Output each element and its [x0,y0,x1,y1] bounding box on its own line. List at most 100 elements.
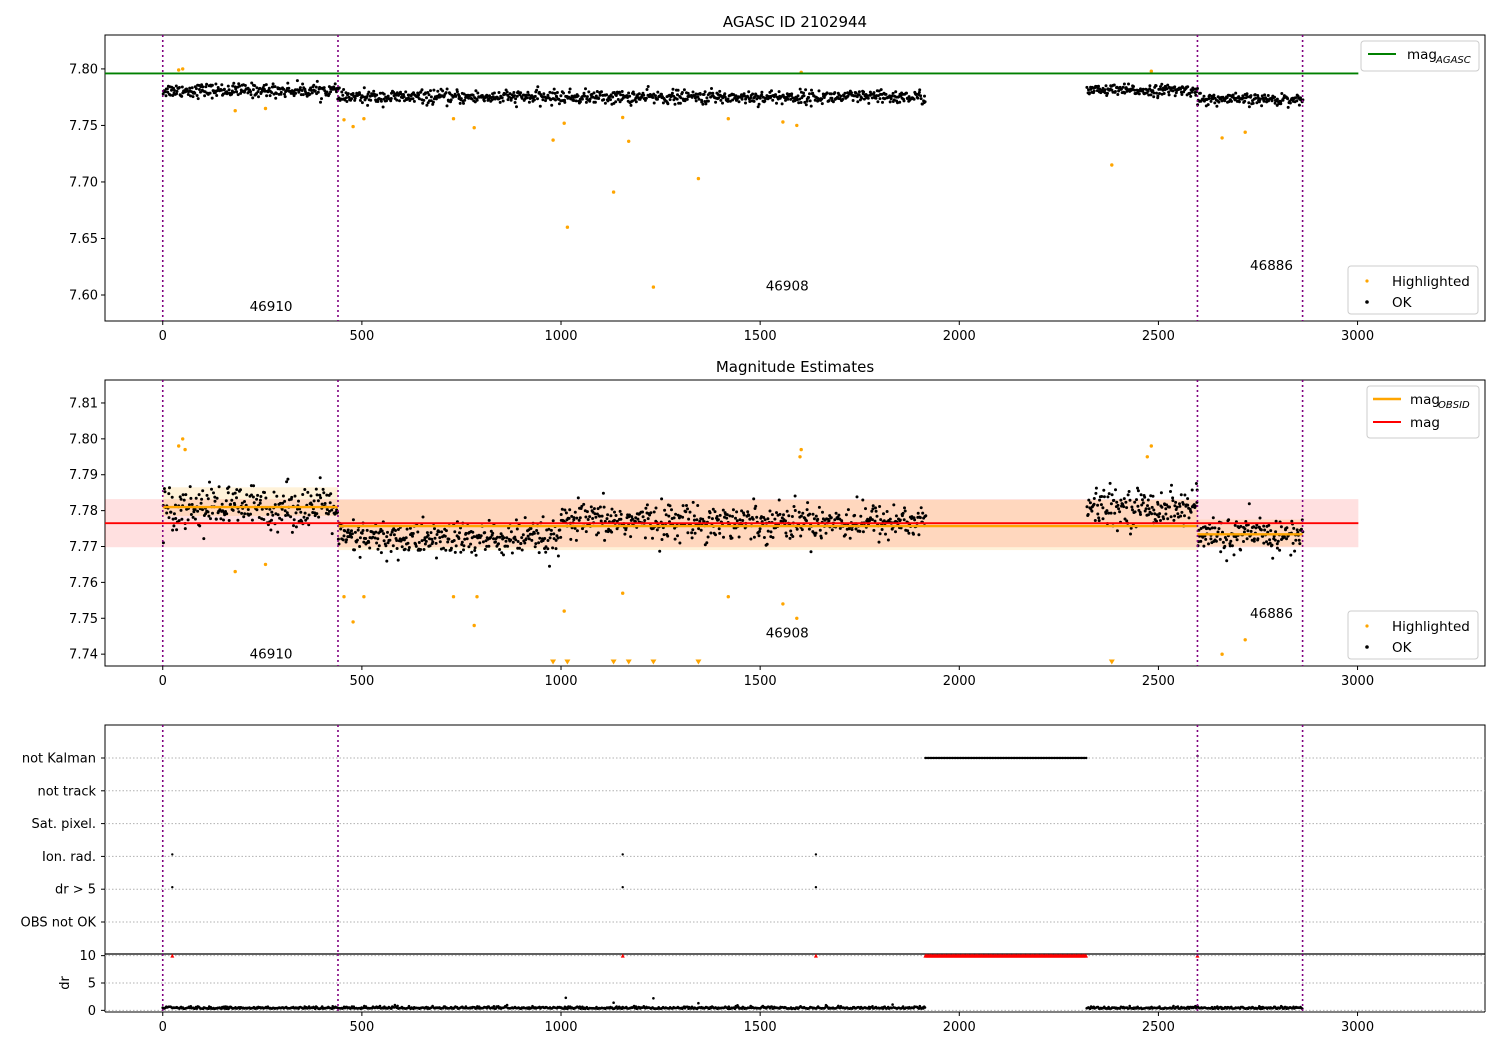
ok-point [249,90,253,94]
highlighted-point [1145,455,1150,459]
ok-point [668,98,672,102]
ok-point [884,532,887,536]
highlighted-point [551,138,555,142]
ok-point [602,505,606,509]
ok-point [1124,500,1128,504]
ok-point [233,491,237,495]
ok-point [1270,99,1274,103]
ok-point [568,508,572,512]
ok-point [699,528,703,532]
ok-point [705,541,709,545]
ok-point [376,537,380,541]
ok-point [251,495,255,499]
ok-point [846,508,850,512]
ok-point [609,98,612,102]
ok-point [527,100,531,104]
x-tick-label-2: 500 [349,674,374,689]
ok-point [894,514,898,518]
ok-point [425,531,429,535]
ok-point [1162,517,1166,521]
ok-point [1104,511,1108,515]
ok-point [790,92,794,96]
highlighted-point [696,176,701,181]
ok-point [179,508,183,512]
ok-point [594,515,598,519]
ok-point [567,516,571,520]
ok-point [328,501,332,505]
ok-point [763,99,767,103]
ok-point [264,83,268,87]
ok-point [529,527,533,530]
ok-point [210,96,214,100]
ok-point [817,505,821,509]
ok-point [660,538,664,541]
ok-point [782,513,785,517]
ok-point [177,86,181,89]
ok-point [691,90,695,94]
ok-point [799,534,803,538]
ok-point [242,515,246,519]
ok-point [213,499,217,503]
highlighted-point [451,595,456,599]
flag-point [621,853,624,856]
ok-point [444,91,448,95]
ok-point [194,496,198,500]
ok-point [320,502,324,506]
ok-point [597,97,601,100]
ok-point [498,548,502,551]
ok-point [256,493,260,497]
ok-point [1216,530,1220,534]
ok-point [1251,101,1255,105]
ok-point [858,529,862,533]
ok-point [521,533,525,537]
ok-point [199,501,203,505]
ok-point [425,96,428,100]
ok-point [1232,553,1236,557]
ok-point [471,530,475,534]
ok-point [666,102,670,106]
ok-point [280,507,284,511]
ok-point [1132,85,1135,88]
ok-point [827,519,831,523]
ok-point [671,87,675,91]
ok-point [703,90,707,94]
ok-point [358,545,362,548]
ok-point [438,536,442,540]
ok-point [686,531,690,535]
ok-point [789,529,793,533]
ok-point [351,92,355,95]
ok-point [279,90,283,94]
ok-point [843,91,847,95]
ok-point [619,512,623,516]
ok-point [492,91,496,95]
ok-point [697,97,701,101]
ok-point [611,95,615,99]
ok-point [546,539,550,542]
ok-point [1113,511,1117,515]
ok-point [396,558,400,562]
ok-point [862,90,866,94]
ok-point [797,510,801,514]
ok-point [1186,497,1190,501]
highlighted-point [1220,136,1224,140]
ok-point [881,100,884,104]
ok-point [708,511,712,515]
flag-row-label: not track [37,784,96,799]
ok-point [725,516,729,520]
ok-point [1279,102,1283,106]
highlighted-point [1110,163,1114,167]
ok-point [879,518,883,522]
ok-point [423,542,427,546]
ok-point [369,98,373,102]
ok-point [385,559,389,563]
ok-point [837,513,841,517]
ok-point [515,94,519,98]
ok-point [555,91,559,94]
ok-point [214,517,218,521]
y-tick-label-2: 7.77 [69,540,98,555]
ok-point [524,537,528,541]
ok-point [912,532,915,536]
ok-point [441,89,445,93]
ok-point [524,93,528,97]
ok-point [584,100,588,104]
